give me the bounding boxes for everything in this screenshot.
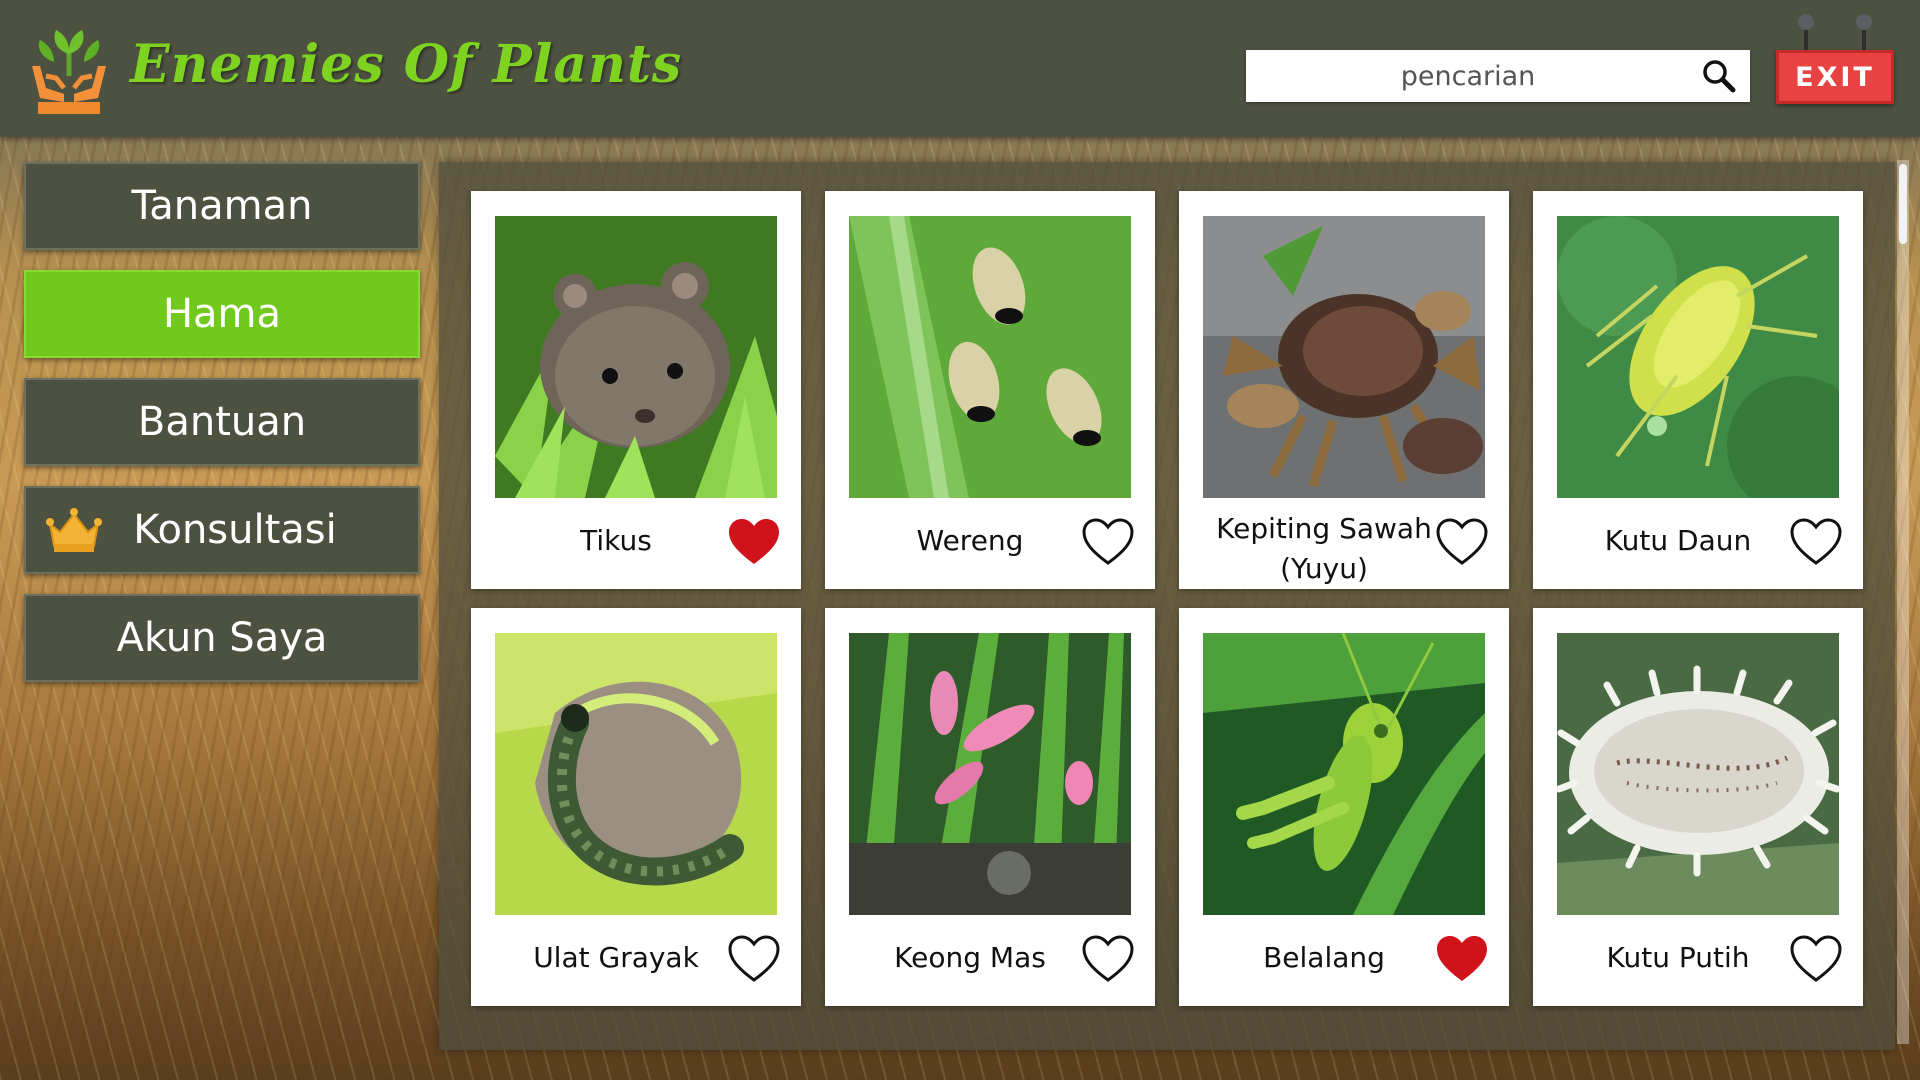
pest-card-tikus[interactable]: Tikus bbox=[471, 191, 801, 589]
scrollbar-thumb[interactable] bbox=[1899, 164, 1907, 244]
sidebar-item-label: Akun Saya bbox=[116, 615, 328, 661]
sidebar-nav: Tanaman Hama Bantuan Konsultasi Akun Say… bbox=[24, 162, 420, 702]
favorite-heart-outline-icon[interactable] bbox=[1789, 934, 1843, 984]
crown-icon bbox=[44, 506, 104, 554]
favorite-heart-filled-icon[interactable] bbox=[727, 517, 781, 567]
sidebar-item-bantuan[interactable]: Bantuan bbox=[24, 378, 420, 466]
exit-pin bbox=[1798, 14, 1814, 50]
sidebar-item-akun-saya[interactable]: Akun Saya bbox=[24, 594, 420, 682]
favorite-heart-outline-icon[interactable] bbox=[1081, 517, 1135, 567]
search-input[interactable]: pencarian bbox=[1246, 50, 1750, 102]
pest-name: Tikus bbox=[580, 524, 652, 557]
sidebar-item-hama[interactable]: Hama bbox=[24, 270, 420, 358]
sidebar-item-tanaman[interactable]: Tanaman bbox=[24, 162, 420, 250]
pest-card-kutu-putih[interactable]: Kutu Putih bbox=[1533, 608, 1863, 1006]
pest-name: Kutu Daun bbox=[1604, 524, 1752, 557]
pest-name: Kutu Putih bbox=[1606, 941, 1750, 974]
main-scrollbar[interactable] bbox=[1897, 160, 1909, 1044]
planthopper-image bbox=[849, 216, 1131, 498]
sidebar-item-konsultasi[interactable]: Konsultasi bbox=[24, 486, 420, 574]
pest-card-belalang[interactable]: Belalang bbox=[1179, 608, 1509, 1006]
sidebar-item-label: Hama bbox=[162, 291, 282, 337]
sidebar-item-label: Bantuan bbox=[137, 399, 307, 445]
favorite-heart-outline-icon[interactable] bbox=[1435, 517, 1489, 567]
sidebar-item-label: Tanaman bbox=[131, 183, 313, 229]
field-crab-image bbox=[1203, 216, 1485, 498]
pest-name: Belalang bbox=[1263, 941, 1385, 974]
pest-card-keong-mas[interactable]: Keong Mas bbox=[825, 608, 1155, 1006]
pest-name: Keong Mas bbox=[894, 941, 1046, 974]
exit-label: EXIT bbox=[1776, 50, 1894, 104]
rat-image bbox=[495, 216, 777, 498]
sidebar-item-label: Konsultasi bbox=[133, 507, 337, 553]
exit-pin bbox=[1856, 14, 1872, 50]
favorite-heart-filled-icon[interactable] bbox=[1435, 934, 1489, 984]
pest-name: Ulat Grayak bbox=[533, 941, 699, 974]
pest-card-kutu-daun[interactable]: Kutu Daun bbox=[1533, 191, 1863, 589]
aphid-image bbox=[1557, 216, 1839, 498]
armyworm-image bbox=[495, 633, 777, 915]
pest-card-wereng[interactable]: Wereng bbox=[825, 191, 1155, 589]
pest-card-kepiting-sawah[interactable]: Kepiting Sawah (Yuyu) bbox=[1179, 191, 1509, 589]
grasshopper-image bbox=[1203, 633, 1485, 915]
favorite-heart-outline-icon[interactable] bbox=[727, 934, 781, 984]
pest-name: Wereng bbox=[916, 524, 1024, 557]
pest-card-ulat-grayak[interactable]: Ulat Grayak bbox=[471, 608, 801, 1006]
favorite-heart-outline-icon[interactable] bbox=[1081, 934, 1135, 984]
app-title: Enemies Of Plants bbox=[130, 34, 683, 95]
pest-grid-panel: Tikus Wereng Kepiting Sawah (Yuyu) Kutu … bbox=[439, 162, 1895, 1050]
favorite-heart-outline-icon[interactable] bbox=[1789, 517, 1843, 567]
app-header: Enemies Of Plants pencarian EXIT bbox=[0, 0, 1920, 137]
pest-name: Kepiting Sawah (Yuyu) bbox=[1216, 512, 1432, 585]
plant-hands-logo-icon bbox=[26, 14, 112, 118]
search-icon[interactable] bbox=[1702, 59, 1736, 93]
golden-snail-image bbox=[849, 633, 1131, 915]
mealybug-image bbox=[1557, 633, 1839, 915]
search-placeholder: pencarian bbox=[1400, 60, 1536, 92]
exit-button[interactable]: EXIT bbox=[1776, 14, 1894, 104]
